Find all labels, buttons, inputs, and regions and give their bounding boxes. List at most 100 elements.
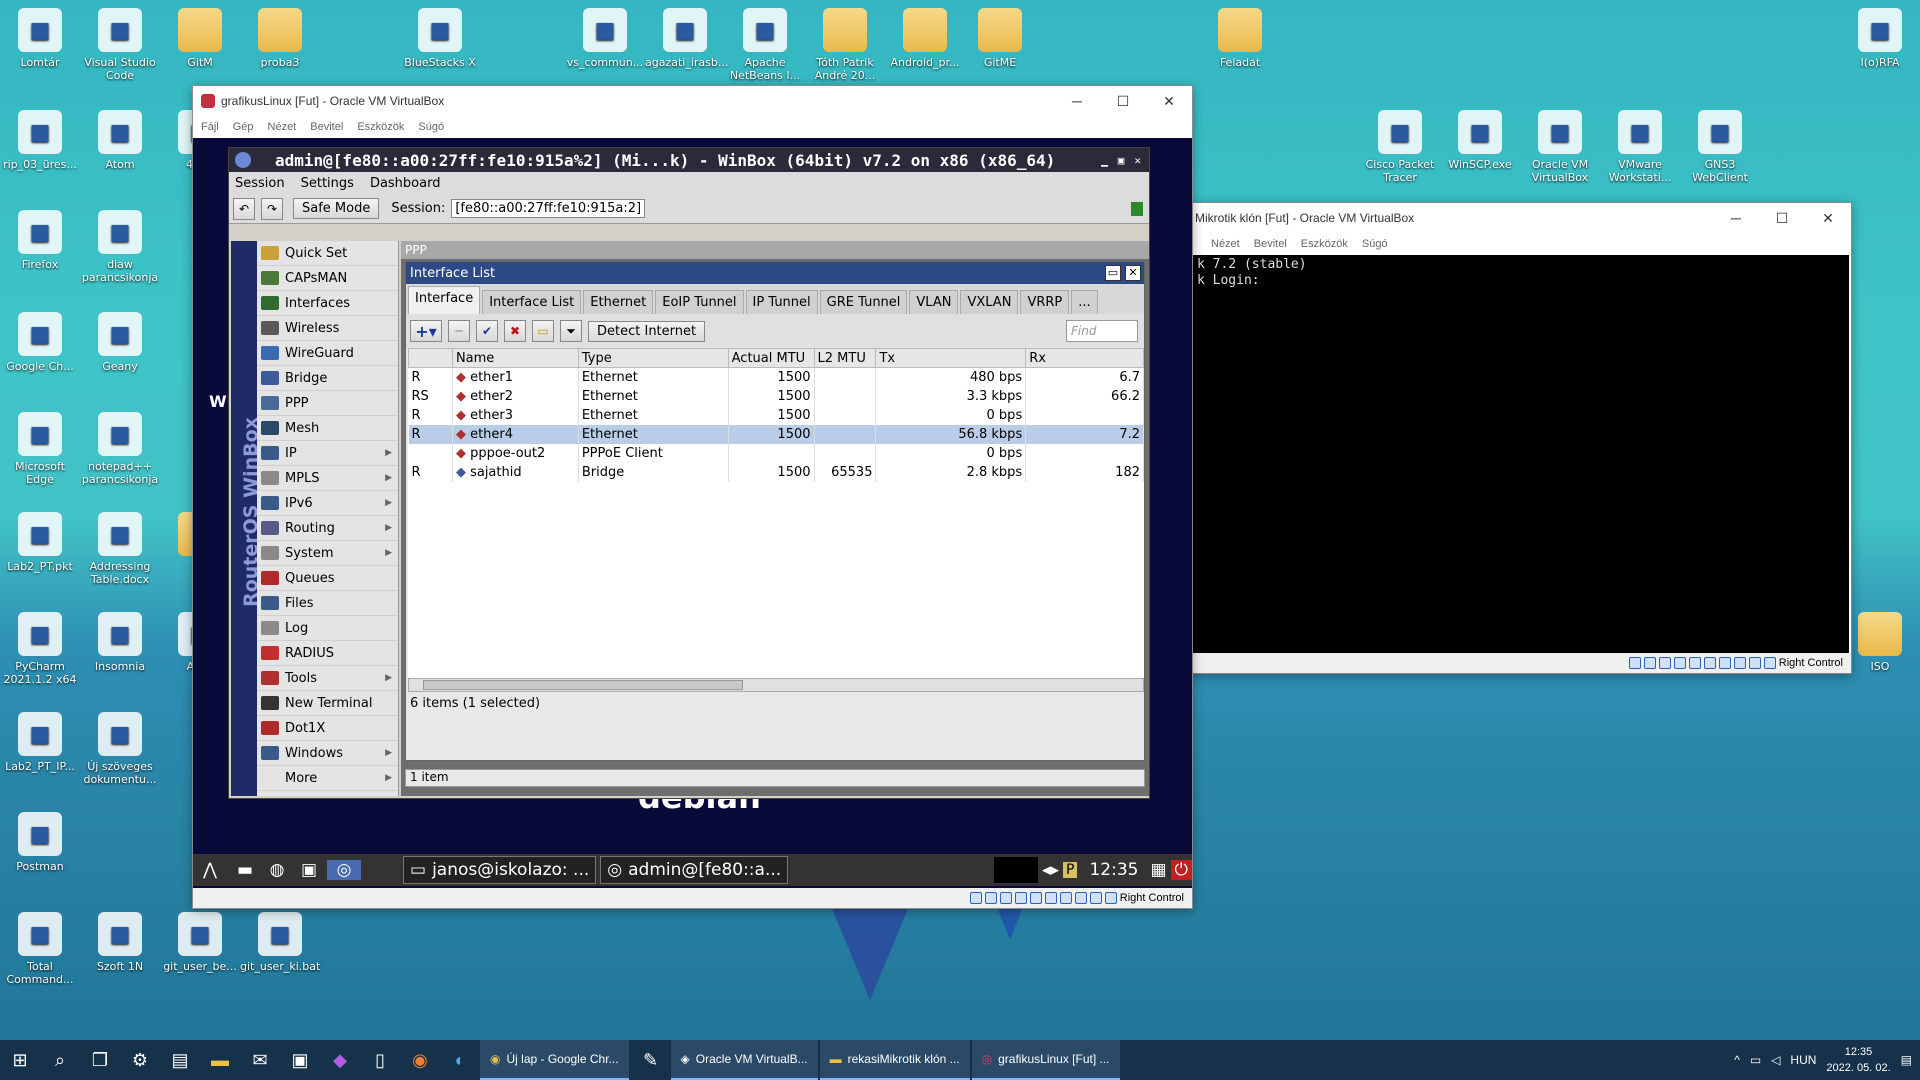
desktop-icon[interactable]: GitME bbox=[960, 8, 1040, 69]
notepad-icon[interactable]: ▯ bbox=[360, 1040, 400, 1080]
sidebar-item[interactable]: Dot1X bbox=[257, 716, 398, 741]
column-header[interactable]: Name bbox=[451, 348, 579, 368]
audio-icon[interactable] bbox=[999, 892, 1012, 904]
interface-list-window[interactable]: Interface List ▭ ✕ Interface Interface Lis… bbox=[405, 261, 1145, 761]
sidebar-item[interactable]: Mesh bbox=[257, 416, 398, 441]
sidebar-item[interactable]: WireGuard bbox=[257, 341, 398, 366]
desktop-icon[interactable]: ■ Geany bbox=[80, 312, 160, 373]
sidebar-item[interactable]: Wireless bbox=[257, 316, 398, 341]
desktop-icon[interactable]: Tóth Patrik André 20... bbox=[805, 8, 885, 82]
close-button[interactable]: ✕ bbox=[1805, 210, 1851, 227]
monitor-icon[interactable]: ▦ bbox=[1150, 860, 1166, 880]
start-menu-icon[interactable]: ⋀ bbox=[193, 860, 227, 880]
sidebar-item[interactable]: Log bbox=[257, 616, 398, 641]
desktop-icon[interactable]: ISO bbox=[1840, 612, 1920, 673]
menu-item[interactable]: Bevitel bbox=[1254, 238, 1287, 250]
power-icon[interactable]: ⏻ bbox=[1170, 860, 1192, 880]
redo-button[interactable]: ↷ bbox=[261, 197, 283, 220]
sidebar-item[interactable]: New Terminal bbox=[257, 691, 398, 716]
desktop-icon[interactable]: ■ Addressing Table.docx bbox=[80, 512, 160, 586]
table-row[interactable]: ◆ pppoe-out2 PPPoE Client 0 bps bbox=[408, 443, 1144, 463]
close-button[interactable]: ✕ bbox=[1146, 93, 1192, 110]
sidebar-item[interactable]: IPv6 ▶ bbox=[257, 491, 398, 516]
menu-item[interactable]: Nézet bbox=[1211, 238, 1240, 250]
sidebar-item[interactable]: Quick Set bbox=[257, 241, 398, 266]
sidebar-item[interactable]: Files bbox=[257, 591, 398, 616]
tab[interactable]: ... bbox=[1071, 290, 1098, 314]
menu-item[interactable]: Fájl bbox=[201, 121, 219, 133]
safe-mode-button[interactable]: Safe Mode bbox=[293, 198, 380, 219]
table-row[interactable]: R ◆ ether4 Ethernet 1500 56.8 kbps 7.2 bbox=[408, 424, 1144, 444]
desktop-icon[interactable]: ■ PyCharm 2021.1.2 x64 bbox=[0, 612, 80, 686]
desktop-icon[interactable]: ■ Atom bbox=[80, 110, 160, 171]
desktop-icon[interactable]: ■ GNS3 WebClient bbox=[1680, 110, 1760, 184]
table-row[interactable]: R ◆ ether1 Ethernet 1500 480 bps 6.7 bbox=[408, 367, 1144, 387]
desktop-icon[interactable]: ■ Google Ch... bbox=[0, 312, 80, 373]
hdd-icon[interactable] bbox=[969, 892, 982, 904]
display-icon[interactable] bbox=[1718, 657, 1731, 669]
desktop-icon[interactable]: ■ Lomtár bbox=[0, 8, 80, 69]
desktop-icon[interactable]: ■ diaw parancsikonja bbox=[80, 210, 160, 284]
guest-task-winbox[interactable]: ◎ admin@[fe80::a... bbox=[600, 856, 789, 884]
shared-folder-icon[interactable] bbox=[1703, 657, 1716, 669]
table-row[interactable]: R ◆ sajathid Bridge 1500 65535 2.8 kbps 182 bbox=[408, 462, 1144, 482]
firefox-icon[interactable]: ◉ bbox=[400, 1040, 440, 1080]
desktop-icon[interactable]: Feladat bbox=[1200, 8, 1280, 69]
sidebar-item[interactable]: Bridge bbox=[257, 366, 398, 391]
disable-button[interactable]: ✖ bbox=[504, 320, 526, 342]
tab[interactable]: VLAN bbox=[909, 290, 959, 314]
language-indicator[interactable]: HUN bbox=[1790, 1053, 1816, 1067]
desktop-icon[interactable]: ■ Új szöveges dokumentu... bbox=[80, 712, 160, 786]
sidebar-item[interactable]: Queues bbox=[257, 566, 398, 591]
maximize-button[interactable]: ▣ bbox=[1118, 154, 1125, 167]
sidebar-item[interactable]: Interfaces bbox=[257, 291, 398, 316]
tab[interactable]: IP Tunnel bbox=[745, 290, 818, 314]
column-header[interactable]: L2 MTU bbox=[813, 348, 877, 368]
desktop-icon[interactable]: ■ Insomnia bbox=[80, 612, 160, 673]
restore-button[interactable]: ▭ bbox=[1105, 265, 1121, 281]
minimize-button[interactable]: ▁ bbox=[1101, 154, 1108, 167]
sidebar-item[interactable]: MPLS ▶ bbox=[257, 466, 398, 491]
shared-folder-icon[interactable] bbox=[1044, 892, 1057, 904]
edge-icon[interactable]: ◐ bbox=[440, 1040, 480, 1080]
mouse-icon[interactable] bbox=[1104, 892, 1117, 904]
menu-item[interactable]: Session bbox=[235, 176, 285, 191]
menu-item[interactable]: Eszközök bbox=[1301, 238, 1348, 250]
table-row[interactable]: R ◆ ether3 Ethernet 1500 0 bps bbox=[408, 405, 1144, 425]
notification-icon[interactable]: ▤ bbox=[1901, 1053, 1912, 1067]
system-clock[interactable]: 12:35 2022. 05. 02. bbox=[1826, 1044, 1890, 1076]
desktop-icon[interactable]: ■ I(o)RFA bbox=[1840, 8, 1920, 69]
desktop-icon[interactable]: ■ notepad++ parancsikonja bbox=[80, 412, 160, 486]
add-button[interactable]: +▾ bbox=[410, 320, 442, 342]
tab[interactable]: VXLAN bbox=[960, 290, 1019, 314]
sidebar-item[interactable]: CAPsMAN bbox=[257, 266, 398, 291]
table-row[interactable]: RS ◆ ether2 Ethernet 1500 3.3 kbps 66.2 bbox=[408, 386, 1144, 406]
desktop-icon[interactable]: ■ git_user_be... bbox=[160, 912, 240, 973]
visual-studio-icon[interactable]: ◆ bbox=[320, 1040, 360, 1080]
menu-item[interactable]: Dashboard bbox=[370, 176, 441, 191]
hdd-icon[interactable] bbox=[1628, 657, 1641, 669]
arrows-icon[interactable]: ◂▸ bbox=[1042, 860, 1059, 880]
desktop-icon[interactable]: ■ BlueStacks X bbox=[400, 8, 480, 69]
guest-task-terminal[interactable]: ▭ janos@iskolazo: ... bbox=[403, 856, 597, 884]
sidebar-item[interactable]: Routing ▶ bbox=[257, 516, 398, 541]
desktop-icon[interactable]: ■ vs_commun... bbox=[565, 8, 645, 69]
desktop-icon[interactable]: ■ Lab2_PT.pkt bbox=[0, 512, 80, 573]
sidebar-item[interactable]: System ▶ bbox=[257, 541, 398, 566]
menu-item[interactable]: Gép bbox=[233, 121, 254, 133]
tab[interactable]: GRE Tunnel bbox=[819, 290, 908, 314]
record-icon[interactable] bbox=[1074, 892, 1087, 904]
start-button[interactable]: ⊞ bbox=[0, 1040, 40, 1080]
find-input[interactable]: Find bbox=[1066, 320, 1138, 342]
winbox-window[interactable]: admin@[fe80::a00:27ff:fe10:915a%2] (Mi..… bbox=[228, 147, 1150, 799]
tab[interactable]: EoIP Tunnel bbox=[655, 290, 744, 314]
desktop-icon[interactable]: ■ VMware Workstati... bbox=[1600, 110, 1680, 184]
close-button[interactable]: ✕ bbox=[1125, 265, 1141, 281]
column-header[interactable] bbox=[408, 348, 453, 368]
desktop-icon[interactable]: ■ Visual Studio Code bbox=[80, 8, 160, 82]
store-icon[interactable]: ▤ bbox=[160, 1040, 200, 1080]
vbox-mikrotik-window[interactable]: Mikrotik klón [Fut] - Oracle VM VirtualB… bbox=[1190, 202, 1852, 674]
tab[interactable]: VRRP bbox=[1020, 290, 1070, 314]
clipboard-icon[interactable]: P bbox=[1063, 862, 1078, 878]
minimize-button[interactable]: ─ bbox=[1713, 210, 1759, 227]
